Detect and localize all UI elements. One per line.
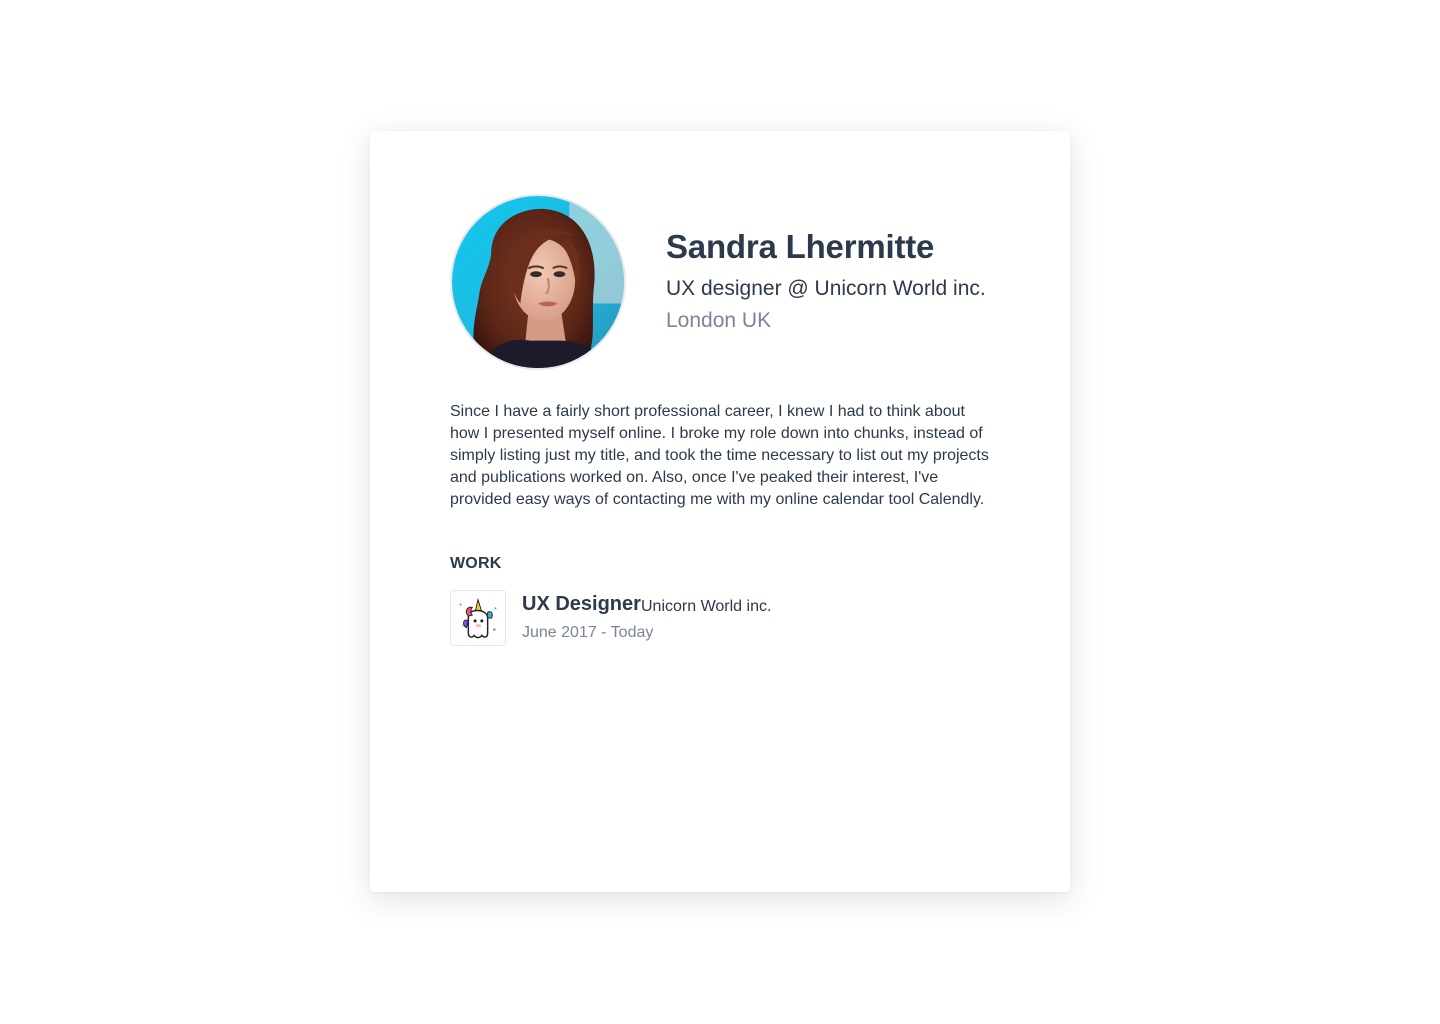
job-company: Unicorn World inc. <box>641 598 772 615</box>
company-logo <box>450 590 506 646</box>
unicorn-logo-icon <box>451 591 505 645</box>
work-section-title: WORK <box>450 555 502 572</box>
profile-location: London UK <box>666 309 772 332</box>
job-dates: June 2017 - Today <box>522 624 654 641</box>
profile-name: Sandra Lhermitte <box>666 228 935 265</box>
profile-role: UX designer @ Unicorn World inc. <box>666 277 986 300</box>
job-item[interactable]: UX Designer Unicorn World inc. June 2017… <box>450 590 995 648</box>
avatar <box>450 194 626 370</box>
profile-card: Sandra Lhermitte UX designer @ Unicorn W… <box>370 131 1070 892</box>
profile-bio: Since I have a fairly short professional… <box>450 403 989 508</box>
profile-photo-icon <box>452 196 624 368</box>
job-title: UX Designer <box>522 593 641 615</box>
